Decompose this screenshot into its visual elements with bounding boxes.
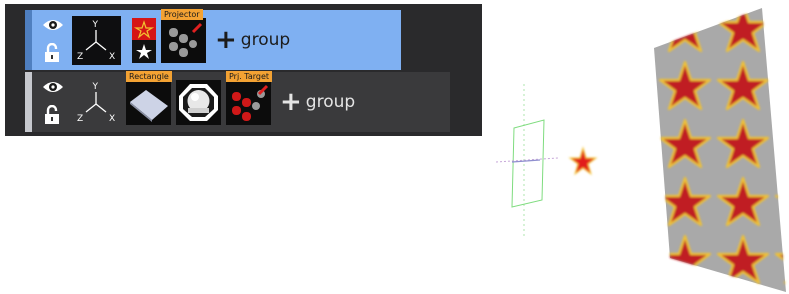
axis-label-x: X — [109, 52, 115, 62]
axis-label-x: X — [109, 114, 115, 124]
star-marker[interactable] — [568, 146, 598, 176]
eye-icon[interactable] — [42, 17, 64, 33]
row-drag-handle[interactable] — [25, 10, 32, 70]
projection-target-icon — [232, 84, 269, 121]
transform-axis-tile[interactable]: Y Z X — [72, 15, 121, 65]
scene-tree-row-projector-group[interactable]: Y Z X Projector + group — [25, 8, 401, 70]
axis-label-y: Y — [92, 20, 99, 30]
axis-label-z: Z — [77, 114, 83, 124]
material-sphere-icon — [179, 83, 218, 121]
viewport-canvas — [495, 8, 786, 292]
unlock-icon[interactable] — [44, 43, 60, 63]
add-group-button[interactable]: + group — [215, 27, 290, 53]
eye-icon[interactable] — [42, 79, 64, 95]
scene-tree-panel: Y Z X Projector + group Y Z X Rectangle … — [5, 4, 482, 136]
scene-tree-row-target-group[interactable]: Y Z X Rectangle Prj. Target + group — [25, 70, 450, 132]
add-group-label: group — [305, 92, 356, 112]
image-tile[interactable] — [132, 17, 156, 63]
row-drag-handle[interactable] — [25, 72, 32, 132]
projection-target-tile[interactable]: Prj. Target — [226, 70, 273, 125]
axis-gizmo-icon: Y Z X — [77, 82, 115, 124]
plus-icon: + — [215, 25, 237, 55]
plus-icon: + — [280, 87, 302, 117]
projector-icon — [169, 22, 203, 57]
star-image-icon — [132, 17, 156, 63]
axis-label-y: Y — [92, 82, 99, 92]
axis-label-z: Z — [77, 52, 83, 62]
axis-gizmo-icon: Y Z X — [77, 20, 115, 62]
add-group-button[interactable]: + group — [280, 89, 355, 115]
transform-axis-tile[interactable]: Y Z X — [72, 78, 121, 127]
projected-texture-plane[interactable] — [654, 8, 786, 292]
material-tile[interactable] — [176, 79, 221, 125]
3d-viewport[interactable] — [482, 0, 789, 294]
projector-tile[interactable]: Projector — [161, 8, 206, 63]
add-group-label: group — [240, 30, 291, 50]
row-visibility-controls — [38, 10, 68, 70]
row-visibility-controls — [38, 72, 68, 132]
projector-frustum[interactable] — [495, 84, 559, 236]
rectangle-tile[interactable]: Rectangle — [126, 70, 172, 125]
rectangle-geometry-icon — [130, 89, 168, 122]
unlock-icon[interactable] — [44, 105, 60, 125]
